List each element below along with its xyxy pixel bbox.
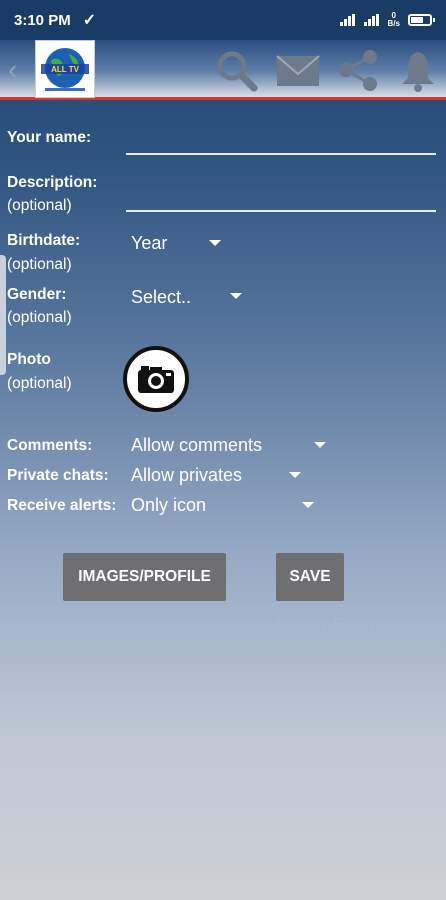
description-optional: (optional): [7, 197, 72, 214]
name-label: Your name:: [7, 129, 92, 146]
description-field[interactable]: [126, 210, 436, 212]
birthdate-label: Birthdate:: [7, 232, 81, 249]
alerts-label: Receive alerts:: [7, 497, 117, 514]
net-speed: 0 B/s: [388, 12, 400, 28]
download-done-icon: ✓: [82, 12, 97, 29]
status-icons: 0 B/s: [339, 12, 435, 28]
side-edge-handle: [0, 255, 6, 375]
gender-label: Gender:: [7, 286, 67, 303]
back-icon[interactable]: ‹: [8, 54, 17, 86]
name-field[interactable]: [126, 153, 436, 155]
photo-optional: (optional): [7, 375, 72, 392]
battery-icon: [408, 14, 435, 26]
chevron-down-icon[interactable]: [302, 502, 314, 508]
net-speed-unit: B/s: [387, 19, 400, 28]
app-logo: ALL TV: [35, 40, 95, 98]
private-chats-select[interactable]: Allow privates: [131, 465, 242, 486]
gender-optional: (optional): [7, 309, 72, 326]
chevron-down-icon[interactable]: [289, 472, 301, 478]
save-button[interactable]: SAVE: [276, 553, 344, 601]
status-time: 3:10 PM: [14, 11, 71, 29]
app-toolbar: ‹ ALL TV: [0, 40, 446, 100]
chevron-down-icon[interactable]: [209, 240, 221, 246]
birthdate-optional: (optional): [7, 256, 72, 273]
search-icon[interactable]: [214, 48, 258, 92]
logo-globe-icon: ALL TV: [41, 48, 89, 91]
share-icon[interactable]: [336, 48, 380, 92]
camera-icon: [138, 366, 174, 393]
birthdate-select[interactable]: Year: [131, 233, 167, 254]
status-bar: 3:10 PM ✓ 0 B/s: [0, 0, 446, 40]
private-chats-label: Private chats:: [7, 467, 109, 484]
chevron-down-icon[interactable]: [314, 442, 326, 448]
bell-icon[interactable]: [396, 48, 440, 92]
mail-icon[interactable]: [276, 48, 320, 92]
comments-select[interactable]: Allow comments: [131, 435, 262, 456]
privacy-policy-link[interactable]: Privacy Policy: [276, 616, 376, 634]
alerts-select[interactable]: Only icon: [131, 495, 206, 516]
images-profile-button[interactable]: IMAGES/PROFILE: [63, 553, 226, 601]
gender-select[interactable]: Select..: [131, 287, 191, 308]
comments-label: Comments:: [7, 437, 93, 454]
signal-icon-2: [363, 14, 380, 26]
chevron-down-icon[interactable]: [230, 293, 242, 299]
logo-text: ALL TV: [51, 65, 80, 74]
description-label: Description:: [7, 174, 98, 191]
photo-label: Photo: [7, 351, 51, 368]
signal-icon: [339, 14, 356, 26]
photo-picker-button[interactable]: [123, 346, 189, 412]
